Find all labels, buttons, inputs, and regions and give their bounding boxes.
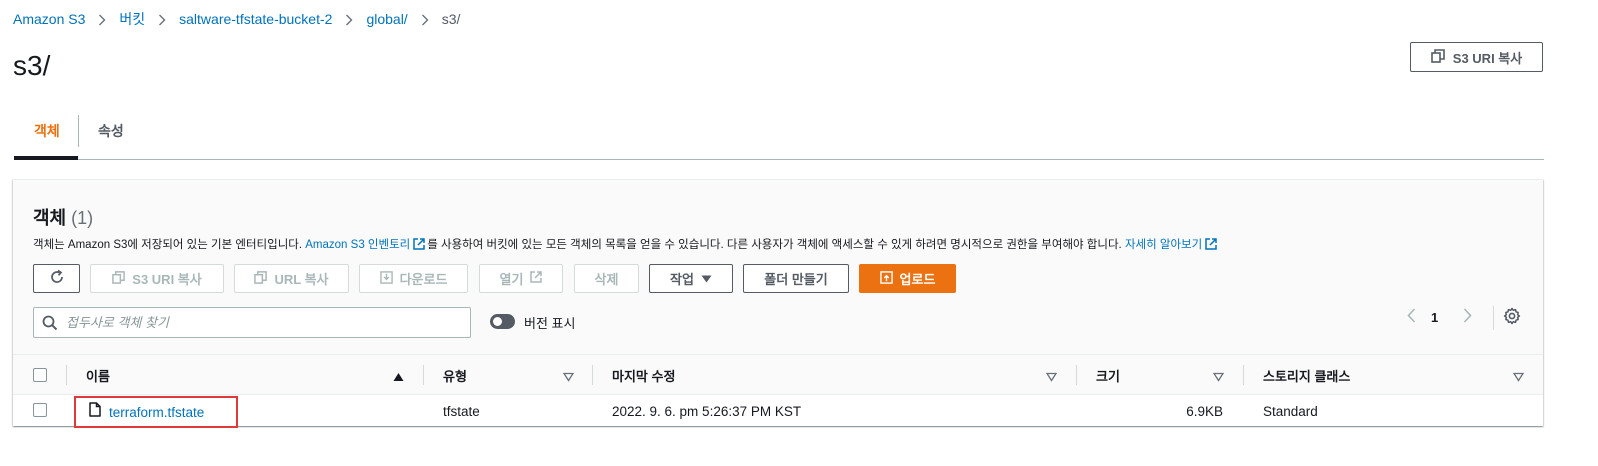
chevron-right-icon (85, 11, 119, 27)
open-button[interactable]: 열기 (479, 264, 563, 293)
copy-icon (254, 270, 268, 287)
upload-icon (879, 270, 893, 287)
previous-page-button[interactable] (1401, 308, 1421, 328)
sort-down-icon[interactable] (1512, 369, 1525, 387)
copy-s3-uri-header-button[interactable]: S3 URI 복사 (1410, 42, 1543, 72)
inventory-link[interactable]: Amazon S3 인벤토리 (305, 239, 410, 251)
chevron-right-icon (1463, 308, 1472, 328)
breadcrumb: Amazon S3 버킷 saltware-tfstate-bucket-2 g… (13, 9, 460, 29)
objects-count: (1) (71, 208, 94, 228)
column-header-last-modified[interactable]: 마지막 수정 (612, 355, 675, 395)
chevron-right-icon (408, 11, 442, 27)
chevron-right-icon (332, 11, 366, 27)
pager-divider (1493, 306, 1494, 330)
column-header-name[interactable]: 이름 (86, 355, 110, 395)
column-divider (1076, 365, 1077, 385)
download-icon (379, 270, 393, 287)
breadcrumb-global[interactable]: global/ (366, 11, 407, 27)
toggle-knob (493, 317, 502, 326)
breadcrumb-buckets[interactable]: 버킷 (119, 9, 145, 29)
row-select-checkbox[interactable] (33, 403, 47, 417)
caret-down-icon (701, 271, 712, 286)
create-folder-button[interactable]: 폴더 만들기 (743, 264, 849, 293)
desc-text-1: 객체는 Amazon S3에 저장되어 있는 기본 엔터티입니다. (33, 239, 303, 251)
search-input[interactable] (66, 308, 466, 337)
download-label: 다운로드 (399, 272, 448, 287)
select-all-checkbox[interactable] (33, 368, 47, 382)
learn-more-link[interactable]: 자세히 알아보기 (1125, 239, 1202, 251)
gear-icon (1503, 307, 1521, 330)
column-header-type[interactable]: 유형 (443, 355, 467, 395)
active-tab-indicator (14, 156, 78, 160)
delete-label: 삭제 (594, 272, 619, 287)
next-page-button[interactable] (1457, 308, 1477, 328)
copy-url-button[interactable]: URL 복사 (234, 264, 349, 293)
current-page-number[interactable]: 1 (1431, 310, 1438, 325)
breadcrumb-bucket-name[interactable]: saltware-tfstate-bucket-2 (179, 11, 332, 27)
copy-s3-uri-button[interactable]: S3 URI 복사 (90, 264, 224, 293)
table-row: terraform.tfstate tfstate 2022. 9. 6. pm… (13, 395, 1543, 428)
column-header-size[interactable]: 크기 (1096, 355, 1120, 395)
actions-dropdown[interactable]: 작업 (649, 264, 733, 293)
create-folder-label: 폴더 만들기 (764, 272, 828, 287)
object-storage-class: Standard (1263, 403, 1318, 419)
table-header: 이름 유형 마지막 수정 크기 스토리지 클래스 (13, 354, 1543, 395)
objects-description: 객체는 Amazon S3에 저장되어 있는 기본 엔터티입니다. Amazon… (33, 236, 1219, 253)
file-icon (89, 402, 101, 422)
object-type: tfstate (443, 403, 480, 419)
object-name-link[interactable]: terraform.tfstate (74, 396, 238, 428)
tab-objects[interactable]: 객체 (34, 103, 60, 159)
delete-button[interactable]: 삭제 (574, 264, 639, 293)
objects-panel: 객체 (1) 객체는 Amazon S3에 저장되어 있는 기본 엔터티입니다.… (13, 179, 1543, 428)
breadcrumb-current: s3/ (441, 11, 461, 27)
preferences-button[interactable] (1501, 307, 1523, 329)
search-box (33, 307, 471, 338)
tab-bar: 객체 속성 (14, 103, 1544, 160)
desc-text-2: 를 사용하여 버킷에 있는 모든 객체의 목록을 얻을 수 있습니다. 다른 사… (427, 239, 1122, 251)
open-label: 열기 (499, 272, 524, 287)
object-size: 6.9KB (1186, 403, 1223, 419)
external-link-icon (1205, 238, 1217, 253)
breadcrumb-amazon-s3[interactable]: Amazon S3 (13, 11, 85, 27)
objects-panel-header: 객체 (1) 객체는 Amazon S3에 저장되어 있는 기본 엔터티입니다.… (13, 180, 1543, 354)
page-title: s3/ (13, 50, 51, 81)
copy-s3-uri-label: S3 URI 복사 (132, 272, 202, 287)
chevron-right-icon (145, 11, 179, 27)
sort-down-icon[interactable] (562, 369, 575, 387)
copy-icon (112, 270, 126, 287)
copy-s3-uri-header-label: S3 URI 복사 (1452, 50, 1523, 66)
object-name: terraform.tfstate (109, 404, 205, 420)
tab-divider (78, 115, 79, 147)
actions-label: 작업 (670, 272, 694, 287)
sort-ascending-icon[interactable] (393, 369, 404, 387)
column-divider (423, 365, 424, 385)
copy-icon (1430, 48, 1445, 66)
objects-title-text: 객체 (33, 208, 67, 228)
search-icon (42, 315, 58, 336)
object-last-modified: 2022. 9. 6. pm 5:26:37 PM KST (612, 403, 802, 419)
sort-down-icon[interactable] (1045, 369, 1058, 387)
copy-url-label: URL 복사 (274, 272, 329, 287)
column-divider (66, 365, 67, 385)
refresh-icon (49, 269, 65, 288)
column-header-storage-class[interactable]: 스토리지 클래스 (1263, 355, 1350, 395)
tab-properties[interactable]: 속성 (98, 103, 124, 159)
column-divider (1243, 365, 1244, 385)
external-link-icon (530, 271, 543, 286)
upload-button[interactable]: 업로드 (859, 264, 956, 293)
show-versions-toggle[interactable] (490, 314, 515, 329)
column-divider (592, 365, 593, 385)
refresh-button[interactable] (33, 264, 80, 293)
objects-panel-title: 객체 (1) (33, 204, 93, 230)
external-link-icon (413, 238, 425, 253)
chevron-left-icon (1406, 308, 1416, 328)
sort-down-icon[interactable] (1212, 369, 1225, 387)
download-button[interactable]: 다운로드 (359, 264, 468, 293)
show-versions-label: 버전 표시 (524, 316, 576, 331)
upload-label: 업로드 (899, 272, 936, 287)
